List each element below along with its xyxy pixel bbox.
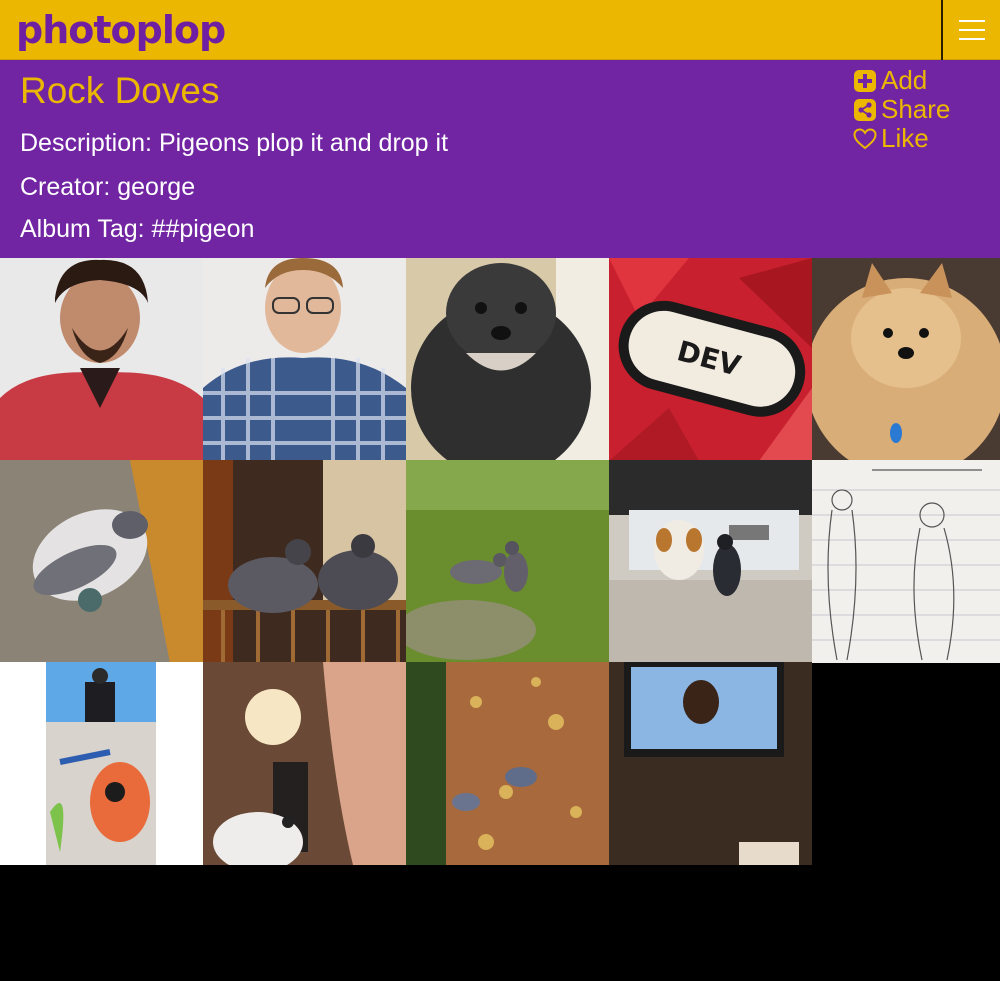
photo-thumbnail[interactable]: [0, 662, 203, 865]
photo-dev-bootcamp-logo: DEV: [609, 258, 812, 461]
share-square-icon: [854, 98, 876, 121]
photo-pencil-sketch: [812, 460, 1000, 663]
photo-pomeranian-dog: [812, 258, 1000, 461]
photo-woman-with-pigeon: [203, 662, 406, 865]
photo-dog-and-pigeon-in-car: [609, 460, 812, 663]
photo-thumbnail[interactable]: [812, 460, 1000, 663]
photo-thumbnail[interactable]: [609, 460, 812, 663]
photo-grid: DEV: [0, 258, 1000, 865]
album-actions: Add Share Like: [853, 65, 951, 153]
photo-thumbnail[interactable]: [812, 258, 1000, 461]
album-description: Description: Pigeons plop it and drop it: [20, 129, 449, 157]
photo-pigeons-on-wall: [406, 662, 609, 865]
photo-pigeon-on-ground: [0, 460, 203, 663]
album-title: Rock Doves: [20, 70, 220, 111]
photo-thumbnail[interactable]: [203, 662, 406, 865]
album-header: Rock Doves Description: Pigeons plop it …: [0, 60, 1000, 258]
photo-thumbnail[interactable]: [0, 258, 203, 461]
menu-button[interactable]: [941, 0, 1000, 60]
photo-thumbnail[interactable]: [406, 258, 609, 461]
share-button[interactable]: Share: [853, 94, 951, 124]
photo-tv-screen: [609, 662, 812, 865]
plus-square-icon: [854, 69, 876, 92]
photo-thumbnail[interactable]: [406, 460, 609, 663]
photo-thumbnail[interactable]: DEV: [609, 258, 812, 461]
logo-text: photoplop: [16, 8, 226, 52]
top-navbar: photoplop: [0, 0, 1000, 60]
photo-man-plaid-shirt: [203, 258, 406, 461]
photo-pigeons-on-railing: [203, 460, 406, 663]
photo-thumbnail[interactable]: [203, 258, 406, 461]
photo-man-red-shirt: [0, 258, 203, 461]
photo-thumbnail[interactable]: [0, 460, 203, 663]
photo-pigeons-on-grass: [406, 460, 609, 663]
like-button[interactable]: Like: [853, 123, 950, 153]
photo-black-dog: [406, 258, 609, 461]
add-label: Add: [881, 65, 928, 95]
photo-thumbnail[interactable]: [203, 460, 406, 663]
photo-graffiti-wall: [0, 662, 203, 865]
photo-thumbnail[interactable]: [609, 662, 812, 865]
photoplop-logo[interactable]: photoplop: [16, 8, 226, 52]
share-label: Share: [881, 94, 951, 124]
heart-outline-icon: [853, 127, 877, 149]
album-creator: Creator: george: [20, 173, 196, 201]
add-button[interactable]: Add: [853, 65, 950, 95]
album-tag: Album Tag: ##pigeon: [20, 215, 255, 243]
like-label: Like: [881, 123, 929, 153]
photo-thumbnail[interactable]: [406, 662, 609, 865]
hamburger-menu-icon: [958, 20, 985, 40]
